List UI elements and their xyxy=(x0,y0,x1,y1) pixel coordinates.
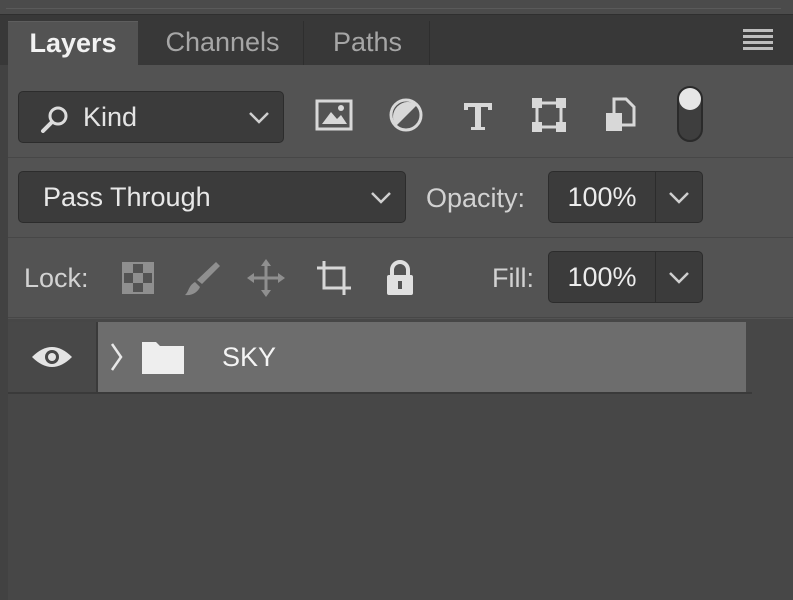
search-icon xyxy=(41,106,68,133)
panel-top-edge xyxy=(0,0,793,15)
lock-position-icon[interactable] xyxy=(246,258,286,298)
opacity-slider-button[interactable] xyxy=(656,172,701,222)
layer-name: SKY xyxy=(222,342,277,372)
lock-image-pixels-icon[interactable] xyxy=(182,258,222,298)
layers-panel: Layers Channels Paths Kind Pass Through … xyxy=(0,0,793,600)
filter-kind-label: Kind xyxy=(83,102,138,132)
chevron-down-icon xyxy=(669,192,689,204)
opacity-input[interactable]: 100% xyxy=(549,172,656,222)
layer-divider xyxy=(8,392,752,394)
layers-scroll-gutter[interactable] xyxy=(752,319,793,600)
opacity-label: Opacity: xyxy=(426,183,526,213)
tab-channels[interactable]: Channels xyxy=(142,21,304,65)
panel-body: Kind Pass Through Opacity: 100% Lock: Fi… xyxy=(8,65,793,600)
lock-label: Lock: xyxy=(24,263,89,293)
chevron-down-icon xyxy=(669,272,689,284)
layer-row[interactable]: SKY xyxy=(8,322,746,392)
lock-artboard-icon[interactable] xyxy=(314,258,354,298)
chevron-down-icon xyxy=(371,192,391,204)
type-filter-icon[interactable] xyxy=(456,93,500,137)
panel-tab-bar: Layers Channels Paths xyxy=(0,15,793,65)
hamburger-menu-icon[interactable] xyxy=(743,29,773,51)
tab-layers[interactable]: Layers xyxy=(8,21,138,65)
blend-mode-value: Pass Through xyxy=(43,182,211,212)
fill-field: 100% xyxy=(548,251,703,303)
fill-input[interactable]: 100% xyxy=(549,252,656,302)
layer-visibility-toggle[interactable] xyxy=(8,322,98,392)
image-filter-icon[interactable] xyxy=(313,93,357,137)
filter-toggle-icon[interactable] xyxy=(672,81,708,147)
smart-object-filter-icon[interactable] xyxy=(598,93,642,137)
eye-icon xyxy=(32,347,72,367)
filter-kind-dropdown[interactable]: Kind xyxy=(18,91,284,143)
layers-list: SKY xyxy=(8,319,793,600)
chevron-down-icon xyxy=(249,112,269,124)
fill-slider-button[interactable] xyxy=(656,252,701,302)
panel-dock-edge xyxy=(6,0,781,9)
tab-paths[interactable]: Paths xyxy=(306,21,430,65)
folder-icon xyxy=(142,342,184,374)
opacity-field: 100% xyxy=(548,171,703,223)
fill-label: Fill: xyxy=(492,263,534,293)
blend-mode-dropdown[interactable]: Pass Through xyxy=(18,171,406,223)
lock-all-icon[interactable] xyxy=(380,258,420,298)
layer-filter-row: Kind xyxy=(8,65,793,158)
lock-transparent-pixels-icon[interactable] xyxy=(118,258,158,298)
layer-item-sky[interactable]: SKY xyxy=(98,322,746,392)
adjustment-filter-icon[interactable] xyxy=(384,93,428,137)
expand-group-chevron-icon[interactable] xyxy=(108,341,124,373)
lock-row: Lock: Fill: 100% xyxy=(8,238,793,318)
blend-mode-row: Pass Through Opacity: 100% xyxy=(8,158,793,238)
shape-filter-icon[interactable] xyxy=(527,93,571,137)
